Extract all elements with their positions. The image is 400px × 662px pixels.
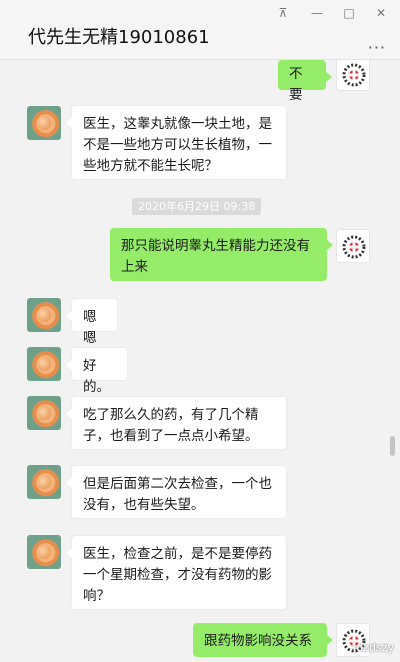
- more-dots-icon[interactable]: ···: [368, 38, 386, 57]
- patient-avatar[interactable]: [27, 535, 61, 569]
- message-text: 不要: [289, 66, 303, 103]
- message-text: 嗯嗯: [83, 309, 97, 346]
- title-bar: 代先生无精19010861 ⊼ — □ ✕ ···: [0, 0, 400, 60]
- message-text: 医生，这睾丸就像一块土地，是不是一些地方可以生长植物，一些地方就不能生长呢？: [83, 116, 272, 174]
- maximize-icon[interactable]: □: [338, 5, 360, 21]
- chat-title: 代先生无精19010861: [28, 27, 210, 48]
- message-bubble-received[interactable]: 但是后面第二次去检查，一个也没有，也有些失望。: [66, 465, 287, 519]
- message-bubble-received[interactable]: 好的。: [66, 347, 128, 395]
- message-timestamp: 2020年6月29日 09:38: [132, 198, 262, 215]
- doctor-avatar[interactable]: [336, 60, 370, 91]
- patient-avatar[interactable]: [27, 106, 61, 140]
- message-bubble-received[interactable]: 医生，这睾丸就像一块土地，是不是一些地方可以生长植物，一些地方就不能生长呢？: [66, 105, 287, 180]
- close-icon[interactable]: ✕: [370, 5, 392, 21]
- chat-messages[interactable]: 不要 医生，这睾丸就像一块土地，是不是一些地方可以生长植物，一些地方就不能生长呢…: [0, 60, 400, 662]
- doctor-avatar[interactable]: [336, 229, 370, 263]
- message-text: 但是后面第二次去检查，一个也没有，也有些失望。: [83, 476, 272, 513]
- patient-avatar[interactable]: [27, 465, 61, 499]
- scrollbar-thumb[interactable]: [390, 436, 395, 456]
- message-bubble-received[interactable]: 医生，检查之前，是不是要停药一个星期检查，才没有药物的影响？: [66, 535, 287, 610]
- minimize-icon[interactable]: —: [306, 5, 328, 21]
- message-bubble-sent[interactable]: 不要: [278, 60, 332, 103]
- patient-avatar[interactable]: [27, 347, 61, 381]
- watermark-text: jdzdszy: [353, 641, 394, 654]
- patient-avatar[interactable]: [27, 298, 61, 332]
- patient-avatar[interactable]: [27, 396, 61, 430]
- message-bubble-sent[interactable]: 那只能说明睾丸生精能力还没有上来: [110, 228, 333, 281]
- message-bubble-received[interactable]: 嗯嗯: [66, 298, 118, 346]
- message-bubble-received[interactable]: 吃了那么久的药，有了几个精子，也看到了一点点小希望。: [66, 396, 287, 450]
- message-text: 那只能说明睾丸生精能力还没有上来: [121, 238, 310, 275]
- message-text: 跟药物影响没关系: [204, 633, 312, 649]
- message-text: 好的。: [83, 358, 110, 395]
- chat-window: 代先生无精19010861 ⊼ — □ ✕ ··· 不要 医生，这睾丸就像一块土…: [0, 0, 400, 662]
- message-bubble-sent[interactable]: 跟药物影响没关系: [193, 623, 333, 657]
- pin-icon[interactable]: ⊼: [272, 5, 294, 21]
- message-text: 医生，检查之前，是不是要停药一个星期检查，才没有药物的影响？: [83, 546, 272, 604]
- message-text: 吃了那么久的药，有了几个精子，也看到了一点点小希望。: [83, 407, 259, 444]
